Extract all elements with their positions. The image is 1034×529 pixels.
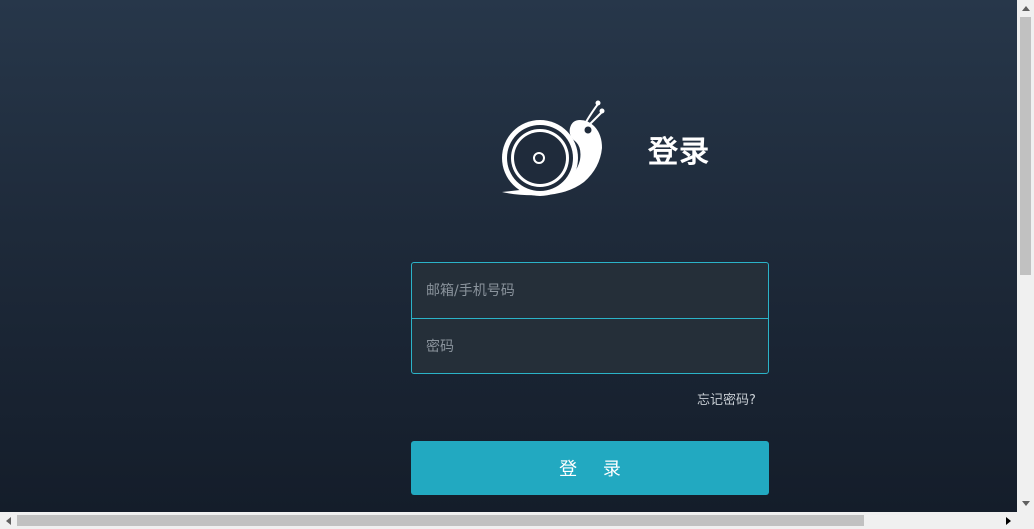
horizontal-scrollbar[interactable] — [0, 512, 1017, 529]
snail-logo-icon — [502, 100, 605, 196]
vertical-scrollbar[interactable] — [1017, 0, 1034, 512]
scroll-left-arrow-icon[interactable] — [0, 512, 17, 529]
scroll-down-arrow-icon[interactable] — [1017, 495, 1034, 512]
password-input[interactable] — [412, 319, 768, 373]
scrollbar-corner — [1017, 512, 1034, 529]
account-input[interactable] — [412, 263, 768, 318]
login-form — [411, 262, 769, 374]
login-page: 登录 忘记密码? 登 录 — [0, 0, 1017, 512]
scroll-right-arrow-icon[interactable] — [1000, 512, 1017, 529]
horizontal-scroll-thumb[interactable] — [17, 515, 864, 526]
page-title: 登录 — [648, 135, 710, 170]
scroll-up-arrow-icon[interactable] — [1017, 0, 1034, 17]
vertical-scroll-thumb[interactable] — [1020, 17, 1031, 275]
forgot-password-link[interactable]: 忘记密码? — [697, 389, 756, 408]
login-button[interactable]: 登 录 — [411, 441, 769, 495]
